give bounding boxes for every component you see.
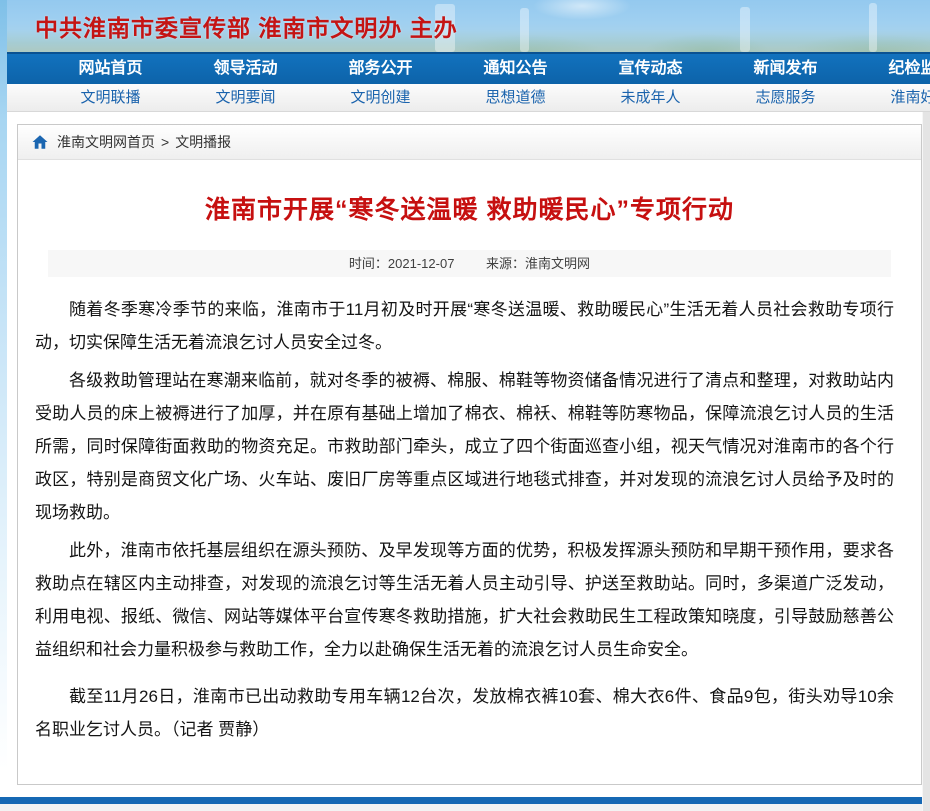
- article-paragraph: 随着冬季寒冷季节的来临，淮南市于11月初及时开展“寒冬送温暖、救助暖民心”生活无…: [35, 293, 894, 359]
- article-title: 淮南市开展“寒冬送温暖 救助暖民心”专项行动: [18, 190, 921, 226]
- footer-bar: [0, 797, 930, 804]
- subnav-item-volunteer[interactable]: 志愿服务: [718, 84, 853, 111]
- nav-item-discipline[interactable]: 纪检监察: [853, 54, 930, 84]
- footer-lower-strip: [0, 804, 930, 811]
- subnav-item-minors[interactable]: 未成年人: [583, 84, 718, 111]
- article-time: 时间：2021-12-07: [349, 256, 455, 271]
- banner-pillar-shape: [520, 8, 529, 52]
- subnav-item-creation[interactable]: 文明创建: [313, 84, 448, 111]
- article-paragraph: 各级救助管理站在寒潮来临前，就对冬季的被褥、棉服、棉鞋等物资储备情况进行了清点和…: [35, 364, 894, 529]
- banner-pillar-shape: [869, 3, 877, 52]
- editor-line: 责任编辑： 吴燕笋: [48, 784, 921, 785]
- nav-item-publicity[interactable]: 宣传动态: [583, 54, 718, 84]
- subnav-item-morality[interactable]: 思想道德: [448, 84, 583, 111]
- sub-nav: 文明联播 文明要闻 文明创建 思想道德 未成年人 志愿服务 淮南好人: [7, 84, 930, 112]
- nav-item-notices[interactable]: 通知公告: [448, 54, 583, 84]
- banner-pillar-shape: [740, 7, 750, 52]
- subnav-item-highlights[interactable]: 文明要闻: [178, 84, 313, 111]
- nav-item-dept-affairs[interactable]: 部务公开: [313, 54, 448, 84]
- breadcrumb: 淮南文明网首页 > 文明播报: [18, 125, 921, 160]
- breadcrumb-home-link[interactable]: 淮南文明网首页: [57, 132, 155, 152]
- article-meta-bar: 时间：2021-12-07 来源：淮南文明网: [48, 250, 891, 277]
- article-paragraph: 此外，淮南市依托基层组织在源头预防、及早发现等方面的优势，积极发挥源头预防和早期…: [35, 534, 894, 666]
- page-left-strip: [0, 0, 7, 811]
- scrollbar-track[interactable]: [922, 112, 930, 811]
- content-card: 淮南文明网首页 > 文明播报 淮南市开展“寒冬送温暖 救助暖民心”专项行动 时间…: [17, 124, 922, 785]
- article-body: 随着冬季寒冷季节的来临，淮南市于11月初及时开展“寒冬送温暖、救助暖民心”生活无…: [35, 293, 894, 746]
- breadcrumb-separator: >: [161, 134, 169, 150]
- home-icon[interactable]: [31, 133, 49, 151]
- article-source: 来源：淮南文明网: [486, 256, 590, 271]
- subnav-item-good-people[interactable]: 淮南好人: [853, 84, 930, 111]
- site-sponsor-text: 中共淮南市委宣传部 淮南市文明办 主办: [35, 9, 458, 43]
- nav-item-leader-activities[interactable]: 领导活动: [178, 54, 313, 84]
- site-header-banner: 中共淮南市委宣传部 淮南市文明办 主办: [7, 0, 930, 52]
- breadcrumb-current: 文明播报: [175, 132, 231, 152]
- article-paragraph: 截至11月26日，淮南市已出动救助专用车辆12台次，发放棉衣裤10套、棉大衣6件…: [35, 680, 894, 746]
- nav-item-news-release[interactable]: 新闻发布: [718, 54, 853, 84]
- nav-item-homepage[interactable]: 网站首页: [43, 54, 178, 84]
- main-nav: 网站首页 领导活动 部务公开 通知公告 宣传动态 新闻发布 纪检监察: [7, 52, 930, 84]
- subnav-item-broadcast[interactable]: 文明联播: [43, 84, 178, 111]
